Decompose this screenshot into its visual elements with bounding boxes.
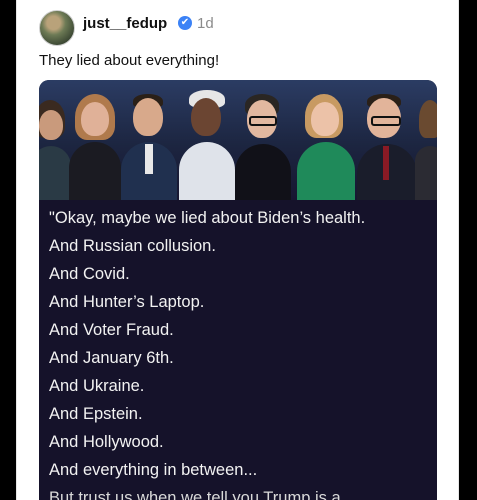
avatar[interactable]	[39, 10, 75, 46]
post-card: just__fedup ✔ 1d They lied about everyth…	[16, 0, 459, 500]
meme-line: And Epstein.	[49, 405, 143, 423]
news-anchors-photo	[39, 80, 437, 206]
meme-line: "Okay, maybe we lied about Biden’s healt…	[49, 209, 366, 227]
meme-line: And everything in between...	[49, 461, 258, 479]
meme-line: And Voter Fraud.	[49, 321, 174, 339]
meme-line: And January 6th.	[49, 349, 174, 367]
post-text: They lied about everything!	[39, 52, 220, 69]
meme-line: And Hollywood.	[49, 433, 164, 451]
verified-badge-icon: ✔	[178, 16, 192, 30]
meme-line-cut-off: But trust us when we tell you Trump is a	[49, 489, 341, 500]
meme-line: And Ukraine.	[49, 377, 145, 395]
post-image[interactable]: "Okay, maybe we lied about Biden’s healt…	[39, 80, 437, 500]
meme-line: And Covid.	[49, 265, 130, 283]
meme-text-area: "Okay, maybe we lied about Biden’s healt…	[39, 200, 437, 500]
meme-line: And Russian collusion.	[49, 237, 216, 255]
timestamp: 1d	[197, 15, 214, 32]
meme-line: And Hunter’s Laptop.	[49, 293, 205, 311]
username[interactable]: just__fedup	[83, 15, 167, 32]
